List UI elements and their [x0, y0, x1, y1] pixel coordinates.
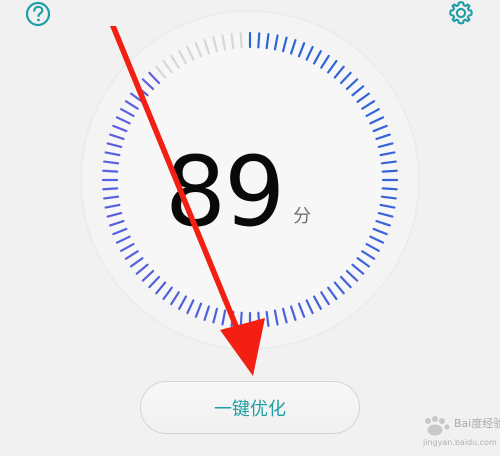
question-circle-icon — [25, 1, 51, 27]
settings-icon[interactable] — [447, 0, 475, 27]
phone-manager-screen: 89 分 一键优化 Bai度经验 jingyan.baidu.com — [0, 0, 500, 456]
gauge-tick-active — [239, 311, 243, 328]
gauge-tick-active — [257, 311, 261, 328]
gauge-tick-active — [381, 187, 398, 191]
one-click-optimize-button[interactable]: 一键优化 — [140, 381, 360, 434]
gauge-tick-active — [102, 187, 119, 191]
help-icon[interactable] — [24, 0, 52, 28]
score-display: 89 分 — [165, 130, 315, 240]
watermark-url: jingyan.baidu.com — [423, 438, 497, 447]
gauge-tick-active — [381, 169, 398, 173]
gauge-tick-active — [257, 32, 261, 49]
gauge-tick-active — [102, 169, 119, 173]
watermark-brand: Bai度经验 — [454, 417, 500, 430]
score-value: 89 — [165, 136, 285, 248]
gear-icon — [449, 1, 473, 25]
score-unit: 分 — [293, 206, 312, 227]
gauge-tick-inactive — [239, 32, 243, 49]
watermark: Bai度经验 jingyan.baidu.com — [420, 413, 500, 451]
paw-icon — [425, 416, 450, 436]
